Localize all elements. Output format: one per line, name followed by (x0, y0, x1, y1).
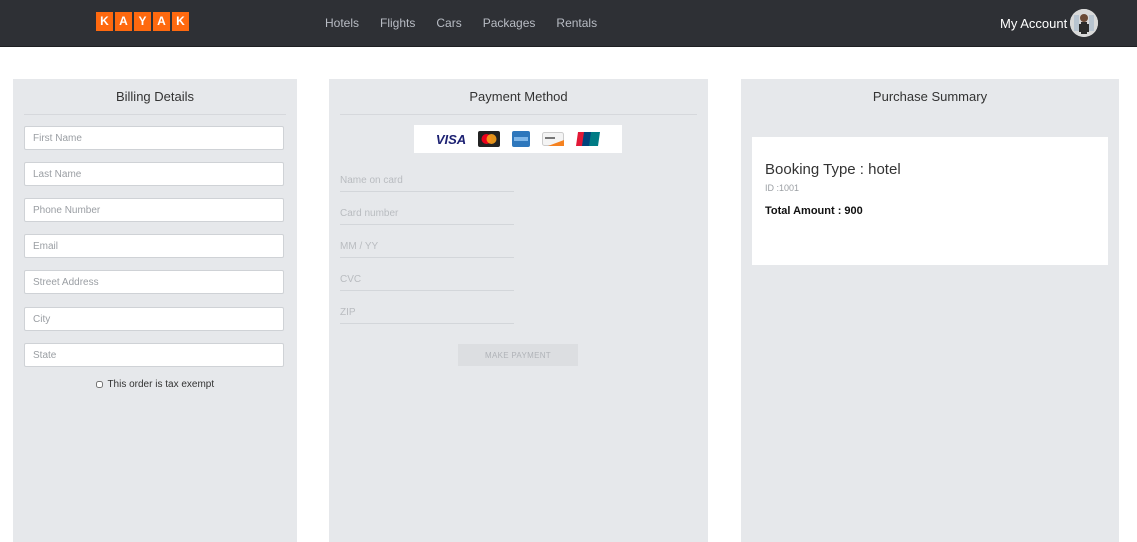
logo-letter: K (96, 12, 113, 31)
booking-type: Booking Type : hotel (765, 161, 901, 178)
user-avatar-icon (1070, 9, 1099, 37)
logo-letter: A (153, 12, 170, 31)
booking-summary-card: Booking Type : hotel ID :1001 Total Amou… (752, 137, 1108, 265)
kayak-logo[interactable]: K A Y A K (96, 12, 189, 32)
nav-link-hotels[interactable]: Hotels (325, 16, 359, 30)
tax-exempt-checkbox[interactable] (95, 380, 103, 388)
booking-id: ID :1001 (765, 183, 800, 193)
purchase-summary-title: Purchase Summary (872, 89, 988, 104)
amex-icon (512, 131, 531, 147)
make-payment-button[interactable]: MAKE PAYMENT (458, 344, 578, 366)
my-account-label: My Account (1000, 15, 1068, 31)
cvc-field[interactable] (340, 269, 514, 291)
my-account-menu[interactable]: My Account (1000, 8, 1099, 38)
last-name-field[interactable] (24, 162, 284, 186)
avatar[interactable] (1070, 9, 1099, 37)
payment-method-title: Payment Method (469, 89, 568, 104)
purchase-summary-panel: Purchase Summary Booking Type : hotel ID… (741, 79, 1119, 542)
state-field[interactable] (24, 343, 284, 367)
nav-link-cars[interactable]: Cars (436, 16, 461, 30)
divider (24, 114, 286, 115)
nav-link-rentals[interactable]: Rentals (556, 16, 597, 30)
unionpay-icon (576, 132, 601, 146)
divider (340, 114, 697, 115)
logo-letter: A (115, 12, 132, 31)
billing-details-title: Billing Details (115, 89, 195, 104)
mastercard-icon (478, 131, 501, 147)
main-nav: Hotels Flights Cars Packages Rentals (325, 16, 618, 30)
discover-icon (542, 132, 565, 146)
visa-icon: VISA (435, 131, 467, 147)
nav-link-packages[interactable]: Packages (483, 16, 536, 30)
card-number-field[interactable] (340, 203, 514, 225)
first-name-field[interactable] (24, 126, 284, 150)
email-field[interactable] (24, 234, 284, 258)
billing-details-panel: Billing Details This order is tax exempt (13, 79, 297, 542)
card-logos: VISA (414, 125, 622, 153)
payment-method-panel: Payment Method VISA MAKE PAYMENT (329, 79, 708, 542)
name-on-card-field[interactable] (340, 170, 514, 192)
top-navbar: K A Y A K Hotels Flights Cars Packages R… (0, 0, 1137, 47)
total-amount: Total Amount : 900 (765, 205, 863, 217)
zip-field[interactable] (340, 302, 514, 324)
expiry-field[interactable] (340, 236, 514, 258)
logo-letter: K (172, 12, 189, 31)
city-field[interactable] (24, 307, 284, 331)
nav-link-flights[interactable]: Flights (380, 16, 415, 30)
phone-number-field[interactable] (24, 198, 284, 222)
street-address-field[interactable] (24, 270, 284, 294)
logo-letter: Y (134, 12, 151, 31)
tax-exempt-label: This order is tax exempt (107, 379, 215, 390)
tax-exempt-row: This order is tax exempt (13, 379, 297, 390)
